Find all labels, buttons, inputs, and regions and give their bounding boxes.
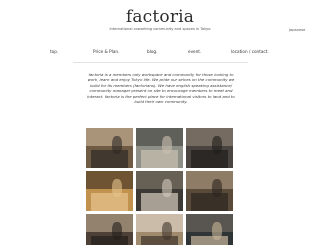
networking-photo-icon	[186, 171, 233, 211]
gallery-photo[interactable]	[186, 171, 233, 211]
gallery-photo[interactable]	[186, 214, 233, 245]
nav-item-top[interactable]: top.	[50, 49, 58, 54]
kitchen-area-photo-icon	[136, 214, 183, 245]
gallery-photo[interactable]	[86, 128, 133, 168]
language-switch-link[interactable]: Japanese	[289, 28, 305, 32]
gallery-photo[interactable]	[136, 214, 183, 245]
laptop-work-photo-icon	[136, 171, 183, 211]
gallery-photo[interactable]	[186, 128, 233, 168]
bar-counter-photo-icon	[86, 171, 133, 211]
gallery-photo[interactable]	[86, 214, 133, 245]
gallery-photo[interactable]	[136, 171, 183, 211]
nav-divider	[73, 62, 248, 63]
tagline: International coworking community and sp…	[109, 27, 211, 31]
main-navigation: top. Price & Plan. blog. event. location…	[0, 49, 320, 57]
member-working-photo-icon	[136, 128, 183, 168]
nav-item-location-contact[interactable]: location / contact.	[231, 49, 269, 54]
nav-item-event[interactable]: event.	[188, 49, 201, 54]
nav-item-price-plan[interactable]: Price & Plan.	[93, 49, 119, 54]
workshop-session-photo-icon	[186, 214, 233, 245]
gallery-photo[interactable]	[86, 171, 133, 211]
members-group-photo-icon	[86, 214, 133, 245]
intro-text: factoria is a members only workspace and…	[87, 72, 235, 105]
nav-item-blog[interactable]: blog.	[147, 49, 157, 54]
logo[interactable]: factoria	[0, 7, 320, 27]
community-event-photo-icon	[186, 128, 233, 168]
gallery-photo[interactable]	[136, 128, 183, 168]
coworking-space-photo-icon	[86, 128, 133, 168]
